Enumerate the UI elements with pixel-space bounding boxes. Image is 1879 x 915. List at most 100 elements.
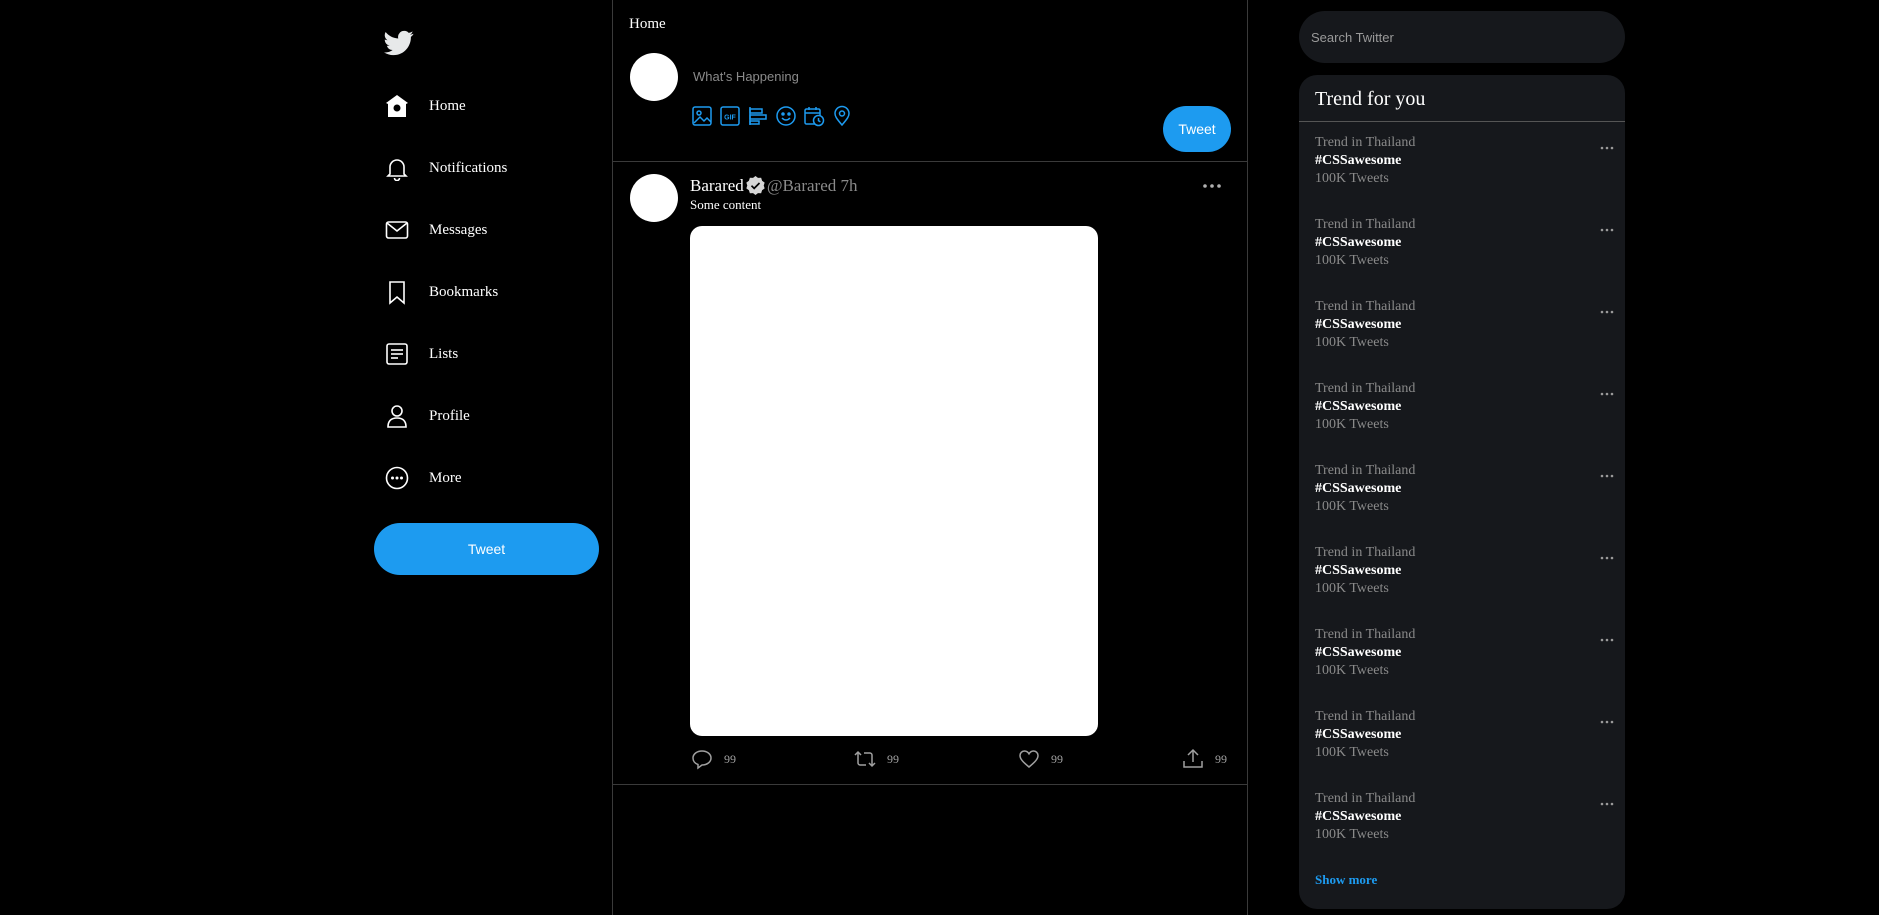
twitter-bird-icon[interactable] (384, 28, 414, 58)
nav-item-messages[interactable]: Messages (384, 210, 487, 250)
tweet-header: Barared @Barared 7h (690, 175, 858, 196)
trend-tag[interactable]: #CSSawesome (1315, 727, 1401, 743)
more-options-icon[interactable] (1599, 307, 1615, 317)
compose-box: Home GIF Tweet (613, 0, 1247, 162)
trend-tag[interactable]: #CSSawesome (1315, 563, 1401, 579)
trend-tag[interactable]: #CSSawesome (1315, 399, 1401, 415)
trend-count: 100K Tweets (1315, 663, 1389, 678)
nav-label-profile: Profile (429, 407, 470, 424)
envelope-icon (384, 217, 410, 243)
nav-label-lists: Lists (429, 345, 459, 362)
reply-button[interactable]: 99 (690, 747, 736, 771)
list-icon (384, 341, 410, 367)
trend-count: 100K Tweets (1315, 581, 1389, 596)
nav-item-notifications[interactable]: Notifications (384, 148, 507, 188)
trend-tag[interactable]: #CSSawesome (1315, 153, 1401, 169)
trend-item[interactable]: Trend in Thailand #CSSawesome 100K Tweet… (1299, 545, 1625, 625)
compose-tweet-button[interactable]: Tweet (1163, 106, 1231, 152)
trend-tag[interactable]: #CSSawesome (1315, 317, 1401, 333)
nav-item-profile[interactable]: Profile (384, 396, 470, 436)
trend-item[interactable]: Trend in Thailand #CSSawesome 100K Tweet… (1299, 463, 1625, 543)
poll-icon[interactable] (747, 105, 769, 127)
trend-count: 100K Tweets (1315, 745, 1389, 760)
trend-tag[interactable]: #CSSawesome (1315, 481, 1401, 497)
trend-item[interactable]: Trend in Thailand #CSSawesome 100K Tweet… (1299, 299, 1625, 379)
trend-tag[interactable]: #CSSawesome (1315, 809, 1401, 825)
more-options-icon[interactable] (1599, 471, 1615, 481)
reply-icon (690, 747, 714, 771)
verified-badge-icon (745, 175, 766, 196)
retweet-icon (853, 747, 877, 771)
more-options-icon[interactable] (1599, 143, 1615, 153)
more-options-icon[interactable] (1599, 799, 1615, 809)
trend-count: 100K Tweets (1315, 335, 1389, 350)
more-options-icon[interactable] (1200, 178, 1224, 194)
compose-input[interactable] (691, 68, 1135, 85)
share-count: 99 (1215, 751, 1227, 766)
compose-toolbar: GIF (691, 105, 859, 127)
gif-icon[interactable]: GIF (719, 105, 741, 127)
trend-location: Trend in Thailand (1315, 299, 1416, 314)
more-options-icon[interactable] (1599, 389, 1615, 399)
trend-location: Trend in Thailand (1315, 627, 1416, 642)
nav-label-more: More (429, 469, 462, 486)
nav-label-messages: Messages (429, 221, 488, 238)
avatar[interactable] (630, 53, 678, 101)
left-sidebar: Home Notifications Messages Bookmarks Li… (374, 0, 612, 915)
like-count: 99 (1051, 751, 1063, 766)
bell-icon (384, 155, 410, 181)
like-icon (1017, 747, 1041, 771)
home-icon (384, 93, 410, 119)
like-button[interactable]: 99 (1017, 747, 1063, 771)
nav-item-more[interactable]: More (384, 458, 462, 498)
tweet-media-image[interactable] (690, 226, 1098, 736)
more-circle-icon (384, 465, 410, 491)
more-options-icon[interactable] (1599, 225, 1615, 235)
tweet-card[interactable]: Barared @Barared 7h Some content 99 99 9… (613, 162, 1247, 785)
nav-label-notifications: Notifications (429, 159, 508, 176)
author-handle[interactable]: @Barared (767, 176, 836, 196)
trend-count: 100K Tweets (1315, 417, 1389, 432)
trend-item[interactable]: Trend in Thailand #CSSawesome 100K Tweet… (1299, 791, 1625, 871)
trend-tag[interactable]: #CSSawesome (1315, 235, 1401, 251)
show-more-link[interactable]: Show more (1315, 872, 1377, 888)
more-options-icon[interactable] (1599, 635, 1615, 645)
trend-item[interactable]: Trend in Thailand #CSSawesome 100K Tweet… (1299, 135, 1625, 215)
trend-location: Trend in Thailand (1315, 217, 1416, 232)
trends-panel: Trend for you Trend in Thailand #CSSawes… (1299, 75, 1625, 909)
avatar[interactable] (630, 174, 678, 222)
emoji-icon[interactable] (775, 105, 797, 127)
nav-item-lists[interactable]: Lists (384, 334, 458, 374)
trend-count: 100K Tweets (1315, 499, 1389, 514)
trends-title: Trend for you (1315, 88, 1426, 110)
nav-item-home[interactable]: Home (384, 86, 466, 126)
tweet-time: 7h (840, 175, 858, 195)
schedule-icon[interactable] (803, 105, 825, 127)
trend-item[interactable]: Trend in Thailand #CSSawesome 100K Tweet… (1299, 381, 1625, 461)
more-options-icon[interactable] (1599, 717, 1615, 727)
trend-location: Trend in Thailand (1315, 791, 1416, 806)
trend-location: Trend in Thailand (1315, 709, 1416, 724)
page-title: Home (629, 16, 666, 32)
trend-item[interactable]: Trend in Thailand #CSSawesome 100K Tweet… (1299, 627, 1625, 707)
retweet-button[interactable]: 99 (853, 747, 899, 771)
more-options-icon[interactable] (1599, 553, 1615, 563)
svg-text:GIF: GIF (724, 115, 736, 122)
trend-count: 100K Tweets (1315, 171, 1389, 186)
trend-count: 100K Tweets (1315, 827, 1389, 842)
trend-tag[interactable]: #CSSawesome (1315, 645, 1401, 661)
tweet-button[interactable]: Tweet (374, 523, 599, 575)
trend-item[interactable]: Trend in Thailand #CSSawesome 100K Tweet… (1299, 217, 1625, 297)
image-icon[interactable] (691, 105, 713, 127)
person-icon (384, 403, 410, 429)
location-icon[interactable] (831, 105, 853, 127)
author-name[interactable]: Barared (690, 176, 744, 196)
trend-item[interactable]: Trend in Thailand #CSSawesome 100K Tweet… (1299, 709, 1625, 789)
nav-item-bookmarks[interactable]: Bookmarks (384, 272, 498, 312)
main-feed: Home GIF Tweet B (612, 0, 1248, 915)
search-input[interactable] (1299, 11, 1625, 63)
divider (1299, 121, 1625, 122)
share-button[interactable]: 99 (1181, 747, 1227, 771)
bookmark-icon (384, 279, 410, 305)
retweet-count: 99 (887, 751, 899, 766)
